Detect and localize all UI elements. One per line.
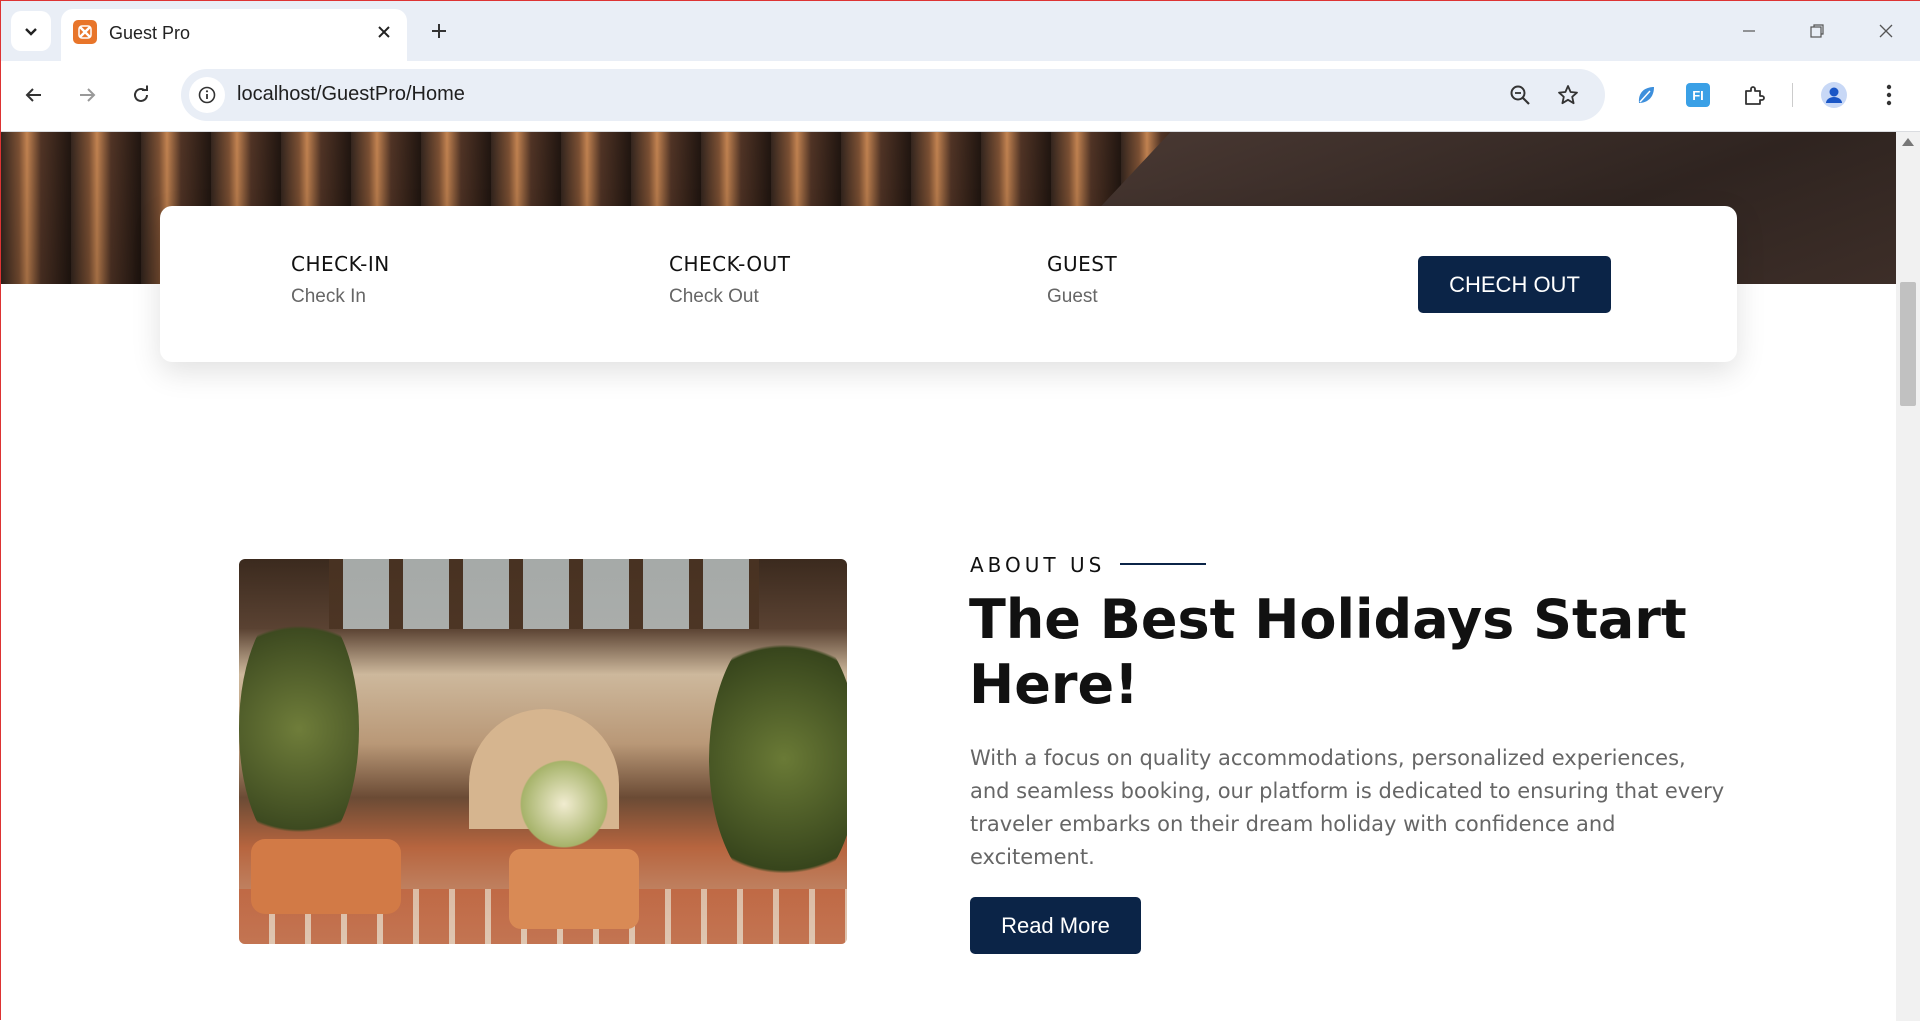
read-more-button[interactable]: Read More (970, 897, 1141, 954)
chevron-down-icon (25, 28, 37, 36)
guest-value[interactable]: Guest (1047, 286, 1117, 308)
booking-bar: CHECK-IN Check In CHECK-OUT Check Out GU… (160, 206, 1737, 362)
about-description: With a focus on quality accommodations, … (970, 746, 1725, 869)
bookmark-star-icon[interactable] (1552, 79, 1584, 111)
back-button[interactable] (14, 75, 54, 115)
minimize-icon (1743, 30, 1755, 32)
close-tab-icon[interactable] (371, 19, 397, 45)
lobby-flowers (509, 759, 619, 849)
url-text[interactable]: localhost/GuestPro/Home (237, 83, 465, 106)
reload-icon (134, 85, 148, 102)
browser-toolbar: localhost/GuestPro/Home FI (1, 61, 1920, 132)
check-out-button[interactable]: CHECH OUT (1418, 256, 1611, 313)
page-scrollbar[interactable] (1896, 132, 1920, 1021)
profile-icon (1821, 82, 1847, 108)
arrow-left-icon (25, 88, 41, 102)
lobby-tree-right (709, 619, 847, 899)
tab-search-button[interactable] (11, 11, 51, 51)
scroll-up-icon[interactable] (1902, 138, 1914, 146)
favicon-icon (73, 20, 97, 44)
check-out-label: CHECK-OUT (669, 252, 791, 276)
site-info-icon[interactable] (189, 77, 225, 113)
hotel-lobby-image (239, 559, 847, 944)
arrow-right-icon (80, 88, 96, 102)
reload-button[interactable] (121, 75, 161, 115)
kebab-menu-icon (1886, 84, 1892, 106)
restore-button[interactable] (1794, 9, 1840, 53)
lobby-ceiling (329, 559, 759, 629)
close-window-button[interactable] (1863, 9, 1909, 53)
check-in-value[interactable]: Check In (291, 286, 390, 308)
zoom-icon[interactable] (1504, 79, 1536, 111)
lobby-chair (509, 849, 639, 929)
toolbar-divider (1792, 83, 1793, 107)
page-viewport: CHECK-IN Check In CHECK-OUT Check Out GU… (1, 132, 1896, 1021)
address-bar[interactable]: localhost/GuestPro/Home (181, 69, 1605, 121)
guest-field[interactable]: GUEST Guest (1047, 252, 1117, 308)
profile-avatar[interactable] (1814, 75, 1854, 115)
lobby-sofa (251, 839, 401, 914)
tab-title: Guest Pro (109, 23, 191, 43)
svg-text:FI: FI (1692, 88, 1704, 103)
browser-menu-button[interactable] (1869, 75, 1909, 115)
check-out-field[interactable]: CHECK-OUT Check Out (669, 252, 791, 308)
extension-leaf-icon[interactable] (1626, 75, 1666, 115)
check-out-value[interactable]: Check Out (669, 286, 791, 308)
lobby-tree-left (239, 599, 359, 859)
extensions-puzzle-icon[interactable] (1734, 75, 1774, 115)
eyebrow-divider (1120, 563, 1206, 565)
minimize-button[interactable] (1726, 9, 1772, 53)
new-tab-button[interactable] (421, 13, 457, 49)
forward-button[interactable] (67, 75, 107, 115)
browser-tab[interactable]: Guest Pro (61, 9, 407, 61)
check-in-label: CHECK-IN (291, 252, 390, 276)
restore-icon (1810, 24, 1824, 38)
browser-tab-bar: Guest Pro (1, 1, 1920, 61)
guest-label: GUEST (1047, 252, 1118, 276)
check-in-field[interactable]: CHECK-IN Check In (291, 252, 390, 308)
extension-fi-icon[interactable]: FI (1678, 75, 1718, 115)
close-icon (1879, 24, 1893, 38)
scrollbar-thumb[interactable] (1900, 282, 1916, 406)
about-eyebrow: ABOUT US (970, 553, 1106, 577)
about-headline: The Best Holidays Start Here! (969, 588, 1687, 716)
plus-icon (432, 24, 446, 38)
